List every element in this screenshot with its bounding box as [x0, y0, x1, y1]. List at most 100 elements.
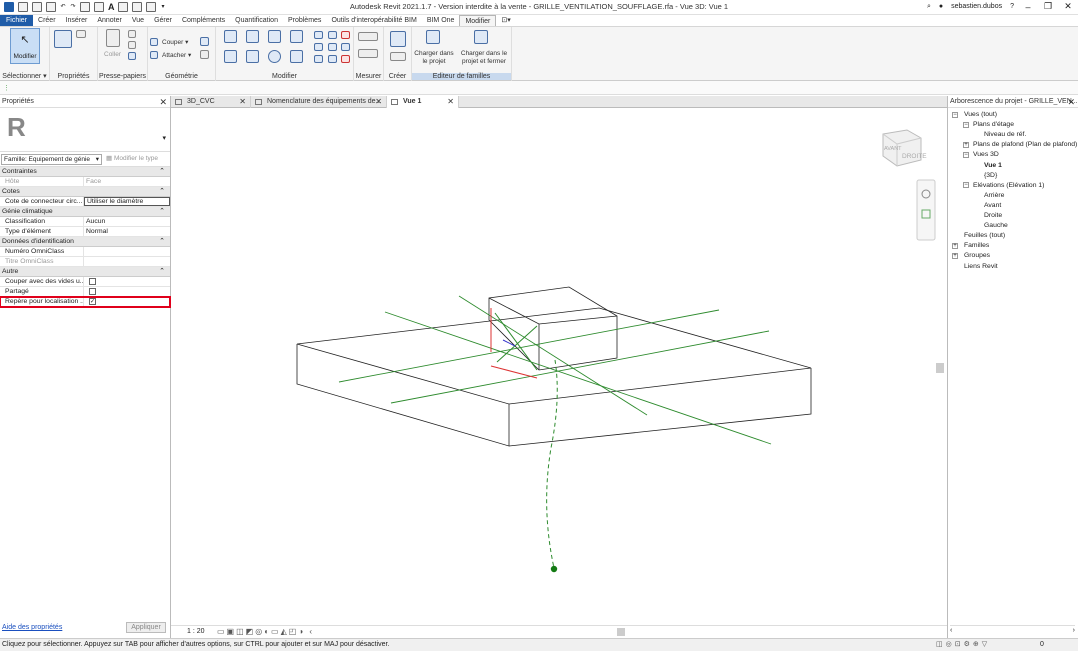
wall-join-icon[interactable] [200, 50, 209, 59]
tree-item[interactable]: Groupes [964, 251, 990, 260]
paste-icon[interactable] [106, 29, 120, 47]
tree-item[interactable]: Elévations (Elévation 1) [973, 181, 1044, 190]
property-checkbox[interactable] [89, 278, 96, 285]
tab-fichier[interactable]: Fichier [0, 15, 34, 26]
measure-tool-icon[interactable] [358, 32, 378, 41]
cut-geometry-button[interactable]: Couper ▾ [162, 38, 188, 46]
close-icon[interactable]: ✕ [1067, 96, 1075, 108]
tab-vue[interactable]: Vue [127, 15, 149, 26]
load-into-project-button[interactable]: Charger dans le projet [414, 50, 454, 66]
tab-vue-1[interactable]: Vue 1 ✕ [387, 96, 459, 108]
collapse-icon[interactable]: ⌃ [159, 237, 165, 247]
tab-modifier[interactable]: Modifier [459, 15, 497, 26]
tree-expander-icon[interactable]: − [963, 121, 969, 128]
split-gap-icon[interactable] [328, 31, 337, 39]
tree-item[interactable]: Plans de plafond (Plan de plafond) [973, 140, 1077, 149]
property-category[interactable]: Autre ⌃ [0, 267, 170, 277]
tab-creer[interactable]: Créer [33, 15, 61, 26]
delete-icon[interactable] [341, 55, 350, 63]
tab-annoter[interactable]: Annoter [92, 15, 127, 26]
property-category[interactable]: Contraintes ⌃ [0, 167, 170, 177]
property-value[interactable]: Utiliser le diamètre [84, 197, 170, 206]
family-dropdown[interactable]: Famille: Equipement de génie ▾ [1, 154, 102, 165]
property-value[interactable]: Normal [84, 227, 170, 236]
split-icon[interactable] [314, 31, 323, 39]
rotate-icon[interactable] [268, 50, 281, 63]
attach-button[interactable]: Attacher ▾ [162, 51, 191, 59]
tree-expander-icon[interactable]: + [963, 141, 969, 148]
tab-nomenclature[interactable]: Nomenclature des équipements de... ✕ [251, 96, 387, 108]
pin-icon[interactable] [341, 43, 350, 51]
close-window-button[interactable]: ✕ [1062, 1, 1074, 12]
collapse-icon[interactable]: ⌃ [159, 267, 165, 277]
unpin-icon[interactable] [341, 31, 350, 39]
minimize-button[interactable]: – [1022, 2, 1034, 12]
mirror-draw-icon[interactable] [290, 30, 303, 43]
property-value[interactable] [84, 287, 170, 296]
tree-expander-icon[interactable]: + [952, 252, 958, 259]
tab-quantification[interactable]: Quantification [230, 15, 283, 26]
restore-button[interactable]: ❐ [1042, 1, 1054, 12]
property-category[interactable]: Données d'identification ⌃ [0, 237, 170, 247]
tab-inserer[interactable]: Insérer [61, 15, 93, 26]
tree-item[interactable]: Vue 1 [984, 161, 1002, 170]
user-icon[interactable]: ● [939, 3, 943, 10]
vertical-scrollbar[interactable] [936, 363, 944, 373]
move-icon[interactable] [224, 50, 237, 63]
trim-icon[interactable] [290, 50, 303, 63]
extend-icon[interactable] [328, 55, 337, 63]
tab-complements[interactable]: Compléments [177, 15, 230, 26]
match-props-icon[interactable] [128, 52, 136, 60]
horizontal-scrollbar[interactable] [617, 628, 625, 636]
tree-item[interactable]: Plans d'étage [973, 120, 1014, 129]
edit-type-button[interactable]: ▦ Modifier le type [106, 154, 158, 162]
property-category[interactable]: Cotes ⌃ [0, 187, 170, 197]
tree-item[interactable]: Vues (tout) [964, 110, 997, 119]
user-name[interactable]: sebastien.dubos [951, 3, 1002, 10]
tree-item[interactable]: Familles [964, 241, 989, 250]
view-controls-icons[interactable]: ▭▣◫◩◎◐▭◭◰◑ ‹ [217, 627, 314, 636]
tab-outils-bim[interactable]: Outils d'interopérabilité BIM [326, 15, 421, 26]
property-value[interactable]: ✓ [84, 297, 170, 306]
close-tab-icon[interactable]: ✕ [239, 96, 246, 108]
modify-button[interactable]: ↖ Modifier [10, 28, 40, 64]
join-icon[interactable] [200, 37, 209, 46]
model-canvas[interactable]: DROITE AVANT [171, 108, 947, 624]
search-icon[interactable]: ⌕ [927, 3, 931, 11]
create-group-icon[interactable] [390, 52, 406, 61]
copy-icon[interactable] [246, 50, 259, 63]
copy-clip-icon[interactable] [128, 41, 136, 49]
drawing-area[interactable]: 3D_CVC ✕ Nomenclature des équipements de.… [171, 96, 947, 638]
cut-clip-icon[interactable] [128, 30, 136, 38]
dimension-icon[interactable] [358, 49, 378, 58]
property-checkbox[interactable]: ✓ [89, 298, 96, 305]
tab-gerer[interactable]: Gérer [149, 15, 177, 26]
offset-icon[interactable] [246, 30, 259, 43]
collapse-icon[interactable]: ⌃ [159, 187, 165, 197]
attach-icon[interactable] [150, 51, 158, 59]
trim-multi-icon[interactable] [314, 55, 323, 63]
properties-icon[interactable] [54, 30, 72, 48]
tree-item[interactable]: Droite [984, 211, 1002, 220]
property-value[interactable]: Face [84, 177, 170, 186]
scale-label[interactable]: 1 : 20 [187, 628, 205, 635]
collapse-icon[interactable]: ⌃ [159, 167, 165, 177]
viewcube[interactable]: DROITE AVANT [882, 129, 927, 167]
load-into-project-icon[interactable] [426, 30, 440, 44]
close-tab-icon[interactable]: ✕ [375, 96, 382, 108]
array-icon[interactable] [314, 43, 323, 51]
property-category[interactable]: Génie climatique ⌃ [0, 207, 170, 217]
tree-item[interactable]: Avant [984, 201, 1001, 210]
tab-problemes[interactable]: Problèmes [283, 15, 326, 26]
type-selector-arrow-icon[interactable]: ▾ [162, 134, 166, 142]
property-checkbox[interactable] [89, 288, 96, 295]
tab-bim-one[interactable]: BIM One [422, 15, 460, 26]
close-icon[interactable]: ✕ [159, 96, 167, 108]
properties-help-link[interactable]: Aide des propriétés [2, 624, 62, 631]
scale-icon[interactable] [328, 43, 337, 51]
tree-expander-icon[interactable]: − [963, 182, 969, 189]
tree-expander-icon[interactable]: − [952, 111, 958, 118]
tree-item[interactable]: {3D} [984, 171, 997, 180]
navigation-bar[interactable] [916, 179, 936, 241]
type-properties-icon[interactable] [76, 30, 86, 38]
